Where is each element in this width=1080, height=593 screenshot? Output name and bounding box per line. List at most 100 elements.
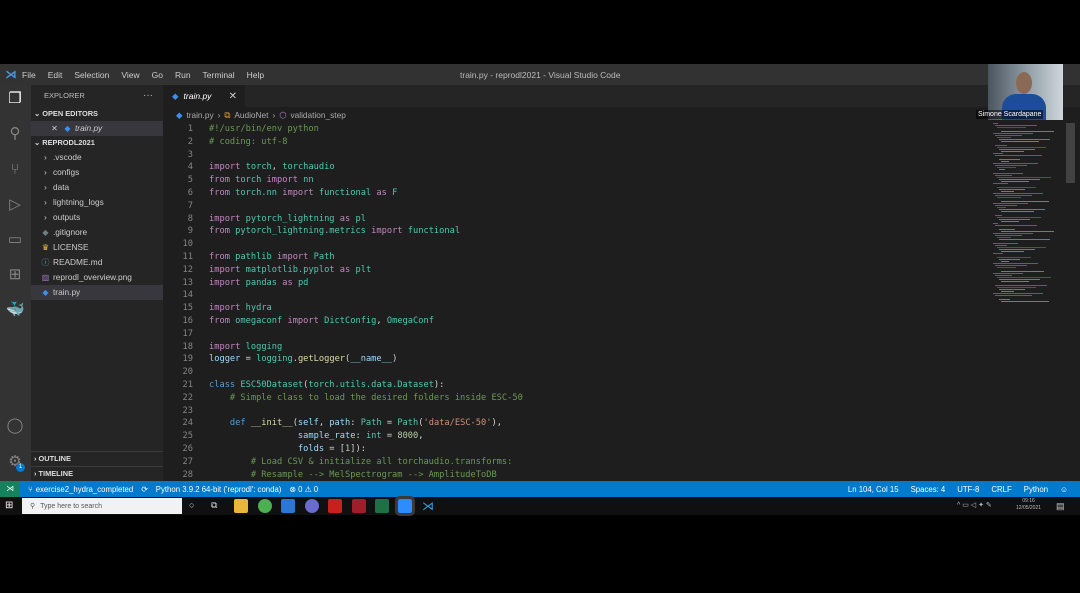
open-editor-train-py[interactable]: ✕ ◆ train.py [31, 121, 163, 136]
encoding[interactable]: UTF-8 [957, 485, 979, 494]
cursor-position[interactable]: Ln 104, Col 15 [848, 485, 899, 494]
scrollbar-thumb[interactable] [1066, 123, 1075, 183]
more-actions-icon[interactable]: ··· [143, 85, 153, 107]
menu-terminal[interactable]: Terminal [203, 70, 235, 80]
breadcrumb-method[interactable]: validation_step [290, 110, 345, 120]
code-token: # coding: utf-8 [209, 136, 288, 147]
tree-item[interactable]: ⓘ README.md [31, 255, 163, 270]
code-line[interactable]: 19 logger = logging.getLogger(__name__) [163, 353, 523, 366]
tree-item[interactable]: ◆ .gitignore [31, 225, 163, 240]
problems[interactable]: ⊗ 0 ⚠ 0 [289, 485, 318, 494]
tree-item[interactable]: ◆ train.py [31, 285, 163, 300]
code-line[interactable]: 28 # Resample --> MelSpectrogram --> Amp… [163, 469, 523, 482]
close-tab-icon[interactable]: ✕ [229, 91, 237, 102]
docker-icon[interactable]: 🐳 [6, 301, 25, 319]
code-line[interactable]: 1 #!/usr/bin/env python [163, 123, 523, 136]
filezilla-icon[interactable] [328, 499, 342, 513]
code-line[interactable]: 22 # Simple class to load the desired fo… [163, 392, 523, 405]
mendeley-icon[interactable] [352, 499, 366, 513]
tree-item[interactable]: ♛ LICENSE [31, 240, 163, 255]
windows-start-icon[interactable]: ⊞ [5, 500, 13, 511]
language-mode[interactable]: Python [1024, 485, 1048, 494]
tree-item[interactable]: › configs [31, 165, 163, 180]
code-line[interactable]: 6 from torch.nn import functional as F [163, 187, 523, 200]
outline-section[interactable]: › OUTLINE [31, 451, 163, 465]
code-line[interactable]: 12 import matplotlib.pyplot as plt [163, 264, 523, 277]
menu-go[interactable]: Go [152, 70, 163, 80]
tree-item[interactable]: ▨ reprodl_overview.png [31, 270, 163, 285]
zoom-icon[interactable] [395, 496, 415, 516]
taskbar-search[interactable]: ⚲ Type here to search [22, 498, 182, 514]
chrome-icon[interactable] [258, 499, 272, 513]
code-line[interactable]: 4 import torch, torchaudio [163, 161, 523, 174]
breadcrumb-file[interactable]: train.py [186, 110, 213, 120]
minimap[interactable] [991, 123, 1066, 313]
run-debug-icon[interactable]: ▷ [6, 196, 24, 214]
timeline-section[interactable]: › TIMELINE [31, 466, 163, 480]
file-explorer-icon[interactable] [234, 499, 248, 513]
code-line[interactable]: 15 import hydra [163, 302, 523, 315]
explorer-icon[interactable]: ❐ [6, 90, 24, 108]
notifications-icon[interactable]: ▤ [1056, 501, 1065, 512]
tree-item[interactable]: › lightning_logs [31, 195, 163, 210]
tree-item[interactable]: › data [31, 180, 163, 195]
extensions-icon[interactable]: ⊞ [6, 266, 24, 284]
code-line[interactable]: 9 from pytorch_lightning.metrics import f… [163, 225, 523, 238]
app-icon[interactable] [281, 499, 295, 513]
code-line[interactable]: 27 # Load CSV & initialize all torchaudi… [163, 456, 523, 469]
menu-help[interactable]: Help [247, 70, 264, 80]
menu-edit[interactable]: Edit [48, 70, 63, 80]
clock[interactable]: 09:16 12/05/2021 [1016, 498, 1041, 512]
open-editors-section[interactable]: ⌄ OPEN EDITORS [31, 107, 163, 121]
account-icon[interactable]: ◯ [6, 417, 24, 435]
code-line[interactable]: 10 [163, 238, 523, 251]
code-line[interactable]: 20 [163, 366, 523, 379]
code-line[interactable]: 2 # coding: utf-8 [163, 136, 523, 149]
vscode-taskbar-icon[interactable]: ⋊ [421, 499, 435, 513]
menu-view[interactable]: View [121, 70, 139, 80]
indentation[interactable]: Spaces: 4 [911, 485, 946, 494]
cortana-icon[interactable]: ○ [189, 500, 194, 510]
sync-icon[interactable]: ⟳ [141, 485, 148, 494]
tab-train-py[interactable]: ◆ train.py ✕ [163, 85, 245, 107]
vertical-scrollbar[interactable] [1066, 123, 1075, 481]
system-tray-icons[interactable]: ^ ▭ ◁ ✦ ✎ [957, 501, 992, 509]
menu-run[interactable]: Run [175, 70, 191, 80]
tree-item[interactable]: › .vscode [31, 150, 163, 165]
code-line[interactable]: 11 from pathlib import Path [163, 251, 523, 264]
code-line[interactable]: 13 import pandas as pd [163, 277, 523, 290]
menu-file[interactable]: File [22, 70, 36, 80]
tree-item[interactable]: › outputs [31, 210, 163, 225]
code-line[interactable]: 16 from omegaconf import DictConfig, Omeg… [163, 315, 523, 328]
close-icon[interactable]: ✕ [49, 121, 60, 136]
code-line[interactable]: 8 import pytorch_lightning as pl [163, 213, 523, 226]
settings-gear-icon[interactable]: ⚙ 1 [6, 453, 25, 472]
code-line[interactable]: 18 import logging [163, 341, 523, 354]
project-section[interactable]: ⌄ REPRODL2021 [31, 136, 163, 150]
code-line[interactable]: 14 [163, 289, 523, 302]
code-line[interactable]: 26 folds = [1]): [163, 443, 523, 456]
code-line[interactable]: 17 [163, 328, 523, 341]
code-line[interactable]: 25 sample_rate: int = 8000, [163, 430, 523, 443]
task-view-icon[interactable]: ⧉ [211, 500, 217, 511]
python-interpreter[interactable]: Python 3.9.2 64-bit ('reprodl': conda) [156, 485, 282, 494]
line-ending[interactable]: CRLF [991, 485, 1011, 494]
git-branch[interactable]: exercise2_hydra_completed [36, 485, 134, 494]
code-line[interactable]: 3 [163, 149, 523, 162]
remote-explorer-icon[interactable]: ▭ [6, 231, 24, 249]
search-icon[interactable]: ⚲ [6, 125, 24, 143]
code-line[interactable]: 21 class ESC50Dataset(torch.utils.data.Da… [163, 379, 523, 392]
vpn-icon[interactable] [305, 499, 319, 513]
excel-icon[interactable] [375, 499, 389, 513]
code-line[interactable]: 7 [163, 200, 523, 213]
feedback-icon[interactable]: ☺ [1060, 485, 1068, 494]
source-control-icon[interactable]: ⑂ [6, 161, 24, 179]
code-line[interactable]: 24 def __init__(self, path: Path = Path(… [163, 417, 523, 430]
remote-icon[interactable]: ⋊ [0, 481, 20, 497]
menu-selection[interactable]: Selection [74, 70, 109, 80]
code-editor[interactable]: 1 #!/usr/bin/env python 2 # coding: utf-8 3 4… [163, 123, 523, 481]
line-content: folds = [1]): [209, 443, 366, 456]
code-line[interactable]: 5 from torch import nn [163, 174, 523, 187]
code-line[interactable]: 23 [163, 405, 523, 418]
breadcrumb-class[interactable]: AudioNet [234, 110, 268, 120]
